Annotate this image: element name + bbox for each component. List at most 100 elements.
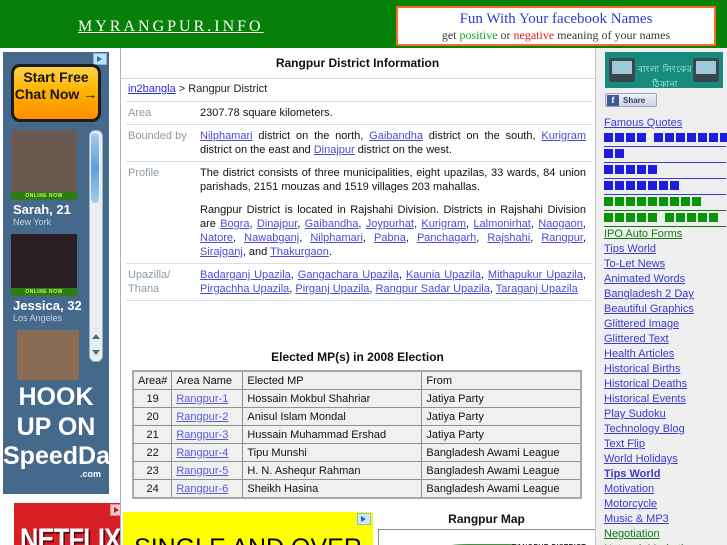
- bangla-links-banner[interactable]: বাংলা লিংকের ঠিকানা: [605, 52, 723, 88]
- banner-bangla-text: বাংলা লিংকের ঠিকানা: [637, 64, 693, 88]
- link-rangpur-5[interactable]: Rangpur-5: [176, 465, 228, 477]
- speeddate-ad[interactable]: Start Free Chat Now → ONLINE NOW Sarah, …: [3, 52, 109, 494]
- page-title: Rangpur District Information: [275, 56, 440, 70]
- netflix-ad[interactable]: NETFLIX: [14, 503, 126, 545]
- sidebar-link-missing-glyphs[interactable]: [604, 195, 726, 211]
- scrollbar-thumb[interactable]: [91, 133, 99, 203]
- link-badarganj-upazila[interactable]: Badarganj Upazila: [200, 269, 291, 281]
- link-sirajganj[interactable]: Sirajganj: [200, 246, 243, 258]
- link-rangpur-4[interactable]: Rangpur-4: [176, 447, 228, 459]
- link-gangachara-upazila[interactable]: Gangachara Upazila: [298, 269, 399, 281]
- sidebar-link-missing-glyphs[interactable]: [604, 147, 726, 163]
- missing-glyph-box: [670, 197, 679, 206]
- sidebar-link-missing-glyphs[interactable]: [604, 131, 727, 147]
- link-nilphamari[interactable]: Nilphamari: [310, 232, 363, 244]
- link-dinajpur[interactable]: Dinajpur: [257, 218, 297, 230]
- link-rangpur-3[interactable]: Rangpur-3: [176, 429, 228, 441]
- link-pabna[interactable]: Pabna: [374, 232, 406, 244]
- link-bogra[interactable]: Bogra: [220, 218, 249, 230]
- profile-name-sarah: Sarah, 21: [13, 202, 71, 217]
- sidebar-link-bangladesh-2-day[interactable]: Bangladesh 2 Day: [604, 287, 726, 302]
- site-logo-link[interactable]: MYRANGPUR.INFO: [78, 18, 264, 36]
- adchoices-icon[interactable]: [357, 513, 371, 525]
- link-rangpur-2[interactable]: Rangpur-2: [176, 411, 228, 423]
- sidebar-link-missing-glyphs[interactable]: [604, 163, 726, 179]
- column-header-area-name: Area Name: [171, 370, 244, 390]
- link-joypurhat[interactable]: Joypurhat: [366, 218, 414, 230]
- bottom-banner-ad[interactable]: SINGLE AND OVER 40 TRU: [123, 512, 373, 545]
- sidebar-link-beautiful-graphics[interactable]: Beautiful Graphics: [604, 302, 726, 317]
- sidebar-link-motorcycle[interactable]: Motorcycle: [604, 497, 726, 512]
- sidebar-link-animated-words[interactable]: Animated Words: [604, 272, 726, 287]
- link-panchagarh[interactable]: Panchagarh: [417, 232, 476, 244]
- link-pirganj-upazila[interactable]: Pirganj Upazila: [295, 283, 369, 295]
- profile-photo-third[interactable]: [17, 330, 79, 380]
- sidebar-link-music-mp3[interactable]: Music & MP3: [604, 512, 726, 527]
- sidebar-link-missing-glyphs[interactable]: [604, 211, 726, 227]
- sidebar-link-missing-glyphs[interactable]: [604, 179, 726, 195]
- link-natore[interactable]: Natore: [200, 232, 233, 244]
- sidebar-link-historical-deaths[interactable]: Historical Deaths: [604, 377, 726, 392]
- missing-glyph-box: [626, 181, 635, 190]
- missing-glyph-box: [692, 197, 701, 206]
- scroll-up-icon[interactable]: [92, 334, 100, 339]
- breadcrumb-link-in2bangla[interactable]: in2bangla: [128, 83, 176, 95]
- profile-photo-sarah[interactable]: ONLINE NOW: [11, 130, 77, 200]
- cell-area-no: 24: [132, 479, 173, 499]
- cell-area-no: 21: [132, 425, 173, 444]
- sidebar-link-glittered-text[interactable]: Glittered Text: [604, 332, 726, 347]
- link-rangpur-1[interactable]: Rangpur-1: [176, 393, 228, 405]
- profile-photo-jessica[interactable]: ONLINE NOW: [11, 234, 77, 296]
- link-dinajpur[interactable]: Dinajpur: [314, 144, 355, 156]
- missing-glyph-box: [648, 197, 657, 206]
- link-nilphamari[interactable]: Nilphamari: [200, 130, 253, 142]
- link-lalmonirhat[interactable]: Lalmonirhat: [473, 218, 530, 230]
- link-taraganj-upazila[interactable]: Taraganj Upazila: [496, 283, 578, 295]
- link-rangpur-sadar-upazila[interactable]: Rangpur Sadar Upazila: [376, 283, 490, 295]
- sidebar-link-text-flip[interactable]: Text Flip: [604, 437, 726, 452]
- sidebar-link-ipo-auto-forms[interactable]: IPO Auto Forms: [604, 227, 726, 242]
- row-label-profile: Profile: [126, 161, 196, 264]
- link-naogaon[interactable]: Naogaon: [538, 218, 583, 230]
- online-badge: ONLINE NOW: [11, 192, 77, 200]
- link-kurigram[interactable]: Kurigram: [541, 130, 586, 142]
- sidebar-link-glittered-image[interactable]: Glittered Image: [604, 317, 726, 332]
- missing-glyph-box: [637, 181, 646, 190]
- sidebar-link-health-articles[interactable]: Health Articles: [604, 347, 726, 362]
- sidebar-link-historical-births[interactable]: Historical Births: [604, 362, 726, 377]
- sidebar-link-negotiation[interactable]: Negotiation: [604, 527, 726, 542]
- sidebar-link-play-sudoku[interactable]: Play Sudoku: [604, 407, 726, 422]
- start-free-chat-button[interactable]: Start Free Chat Now →: [11, 64, 101, 122]
- link-kaunia-upazila[interactable]: Kaunia Upazila: [406, 269, 481, 281]
- missing-glyph-box: [709, 133, 718, 142]
- link-gaibandha[interactable]: Gaibandha: [305, 218, 359, 230]
- page-root: MYRANGPUR.INFO Fun With Your facebook Na…: [0, 0, 727, 545]
- link-thakurgaon[interactable]: Thakurgaon: [270, 246, 329, 258]
- sidebar-link-tips-world[interactable]: Tips World: [604, 467, 726, 482]
- sidebar-link-to-let-news[interactable]: To-Let News: [604, 257, 726, 272]
- facebook-share-button[interactable]: f Share: [605, 93, 657, 107]
- column-header-from: From: [421, 370, 582, 390]
- adchoices-icon[interactable]: [93, 53, 107, 65]
- link-rajshahi[interactable]: Rajshahi: [487, 232, 530, 244]
- sidebar-link-historical-events[interactable]: Historical Events: [604, 392, 726, 407]
- link-rangpur-6[interactable]: Rangpur-6: [176, 483, 228, 495]
- sidebar-link-motivation[interactable]: Motivation: [604, 482, 726, 497]
- link-nawabganj[interactable]: Nawabganj: [244, 232, 299, 244]
- sidebar-link-technology-blog[interactable]: Technology Blog: [604, 422, 726, 437]
- link-mithapukur-upazila[interactable]: Mithapukur Upazila: [488, 269, 583, 281]
- link-gaibandha[interactable]: Gaibandha: [369, 130, 423, 142]
- ad-scrollbar[interactable]: [89, 130, 103, 362]
- breadcrumb-separator: >: [175, 83, 189, 95]
- link-rangpur[interactable]: Rangpur: [541, 232, 583, 244]
- missing-glyph-box: [681, 197, 690, 206]
- rangpur-map-image[interactable]: RANGPUR DISTRICT: [378, 529, 595, 545]
- sidebar-link-world-holidays[interactable]: World Holidays: [604, 452, 726, 467]
- header-banner-ad[interactable]: Fun With Your facebook Names get positiv…: [396, 6, 716, 46]
- ad-text-positive: positive: [459, 28, 498, 42]
- scroll-down-icon[interactable]: [92, 350, 100, 355]
- sidebar-link-tips-world[interactable]: Tips World: [604, 242, 726, 257]
- sidebar-link-famous-quotes[interactable]: Famous Quotes: [604, 116, 726, 131]
- link-kurigram[interactable]: Kurigram: [421, 218, 466, 230]
- link-pirgachha-upazila[interactable]: Pirgachha Upazila: [200, 283, 289, 295]
